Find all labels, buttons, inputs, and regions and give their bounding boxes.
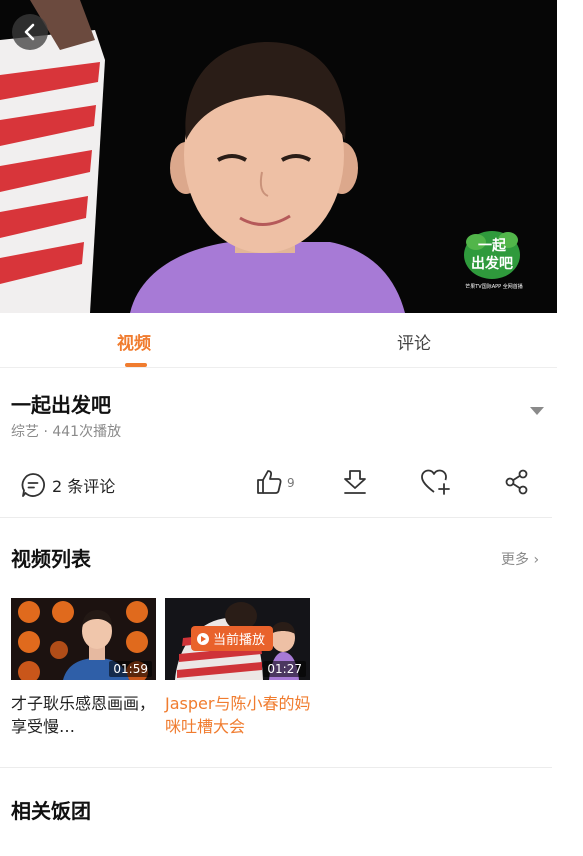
heart-plus-icon: [421, 469, 450, 495]
video-caption-1[interactable]: 才子耿乐感恩画画，享受慢…: [11, 692, 159, 738]
logo-text-line2: 出发吧: [471, 255, 513, 272]
tab-video[interactable]: 视频: [117, 329, 151, 354]
chevron-left-icon: [24, 23, 35, 41]
like-button[interactable]: 9: [255, 468, 295, 496]
video-thumbnail-1[interactable]: 01:59: [11, 598, 156, 680]
download-button[interactable]: [341, 468, 369, 496]
comments-button[interactable]: 2 条评论: [20, 472, 115, 498]
favorite-button[interactable]: [420, 468, 452, 496]
thumbs-up-icon: [257, 470, 282, 494]
download-icon: [344, 470, 366, 494]
video-caption-2[interactable]: Jasper与陈小春的妈咪吐槽大会: [165, 692, 313, 738]
video-title: 一起出发吧: [11, 393, 111, 417]
video-list-title: 视频列表: [11, 547, 91, 571]
comment-bubble-icon: [21, 473, 45, 497]
divider: [0, 517, 552, 518]
tab-bar: 视频 评论: [0, 313, 557, 368]
divider: [0, 767, 552, 768]
action-bar: 2 条评论 9: [0, 458, 557, 514]
now-playing-badge: 当前播放: [191, 626, 274, 651]
right-margin: [557, 0, 583, 856]
related-groups-title: 相关饭团: [11, 799, 91, 823]
video-thumbnail-2[interactable]: 当前播放 01:27: [165, 598, 310, 680]
active-tab-indicator: [125, 363, 147, 367]
expand-icon[interactable]: [530, 407, 544, 415]
share-icon: [505, 469, 528, 495]
logo-subtext: 芒果TV国际APP 全网首播: [465, 283, 523, 290]
show-logo: 一起 出发吧 芒果TV国际APP 全网首播: [458, 228, 530, 294]
duration-badge: 01:59: [109, 661, 152, 677]
chevron-right-icon: ›: [533, 552, 540, 568]
more-label: 更多: [501, 552, 529, 568]
back-button[interactable]: [12, 14, 48, 50]
more-link[interactable]: 更多 ›: [501, 549, 539, 569]
play-icon: [197, 632, 209, 645]
tab-comments[interactable]: 评论: [397, 329, 431, 354]
share-button[interactable]: [503, 468, 531, 496]
now-playing-label: 当前播放: [213, 633, 266, 648]
duration-badge: 01:27: [263, 661, 306, 677]
video-detail-page: 一起 出发吧 芒果TV国际APP 全网首播 视频 评论 一起出发吧 综艺 · 4…: [0, 0, 557, 856]
likes-count: 9: [287, 476, 295, 490]
video-meta: 综艺 · 441次播放: [11, 424, 122, 440]
comments-count-label: 2 条评论: [52, 477, 116, 496]
video-player[interactable]: 一起 出发吧 芒果TV国际APP 全网首播: [0, 0, 557, 313]
logo-text-line1: 一起: [478, 237, 507, 254]
